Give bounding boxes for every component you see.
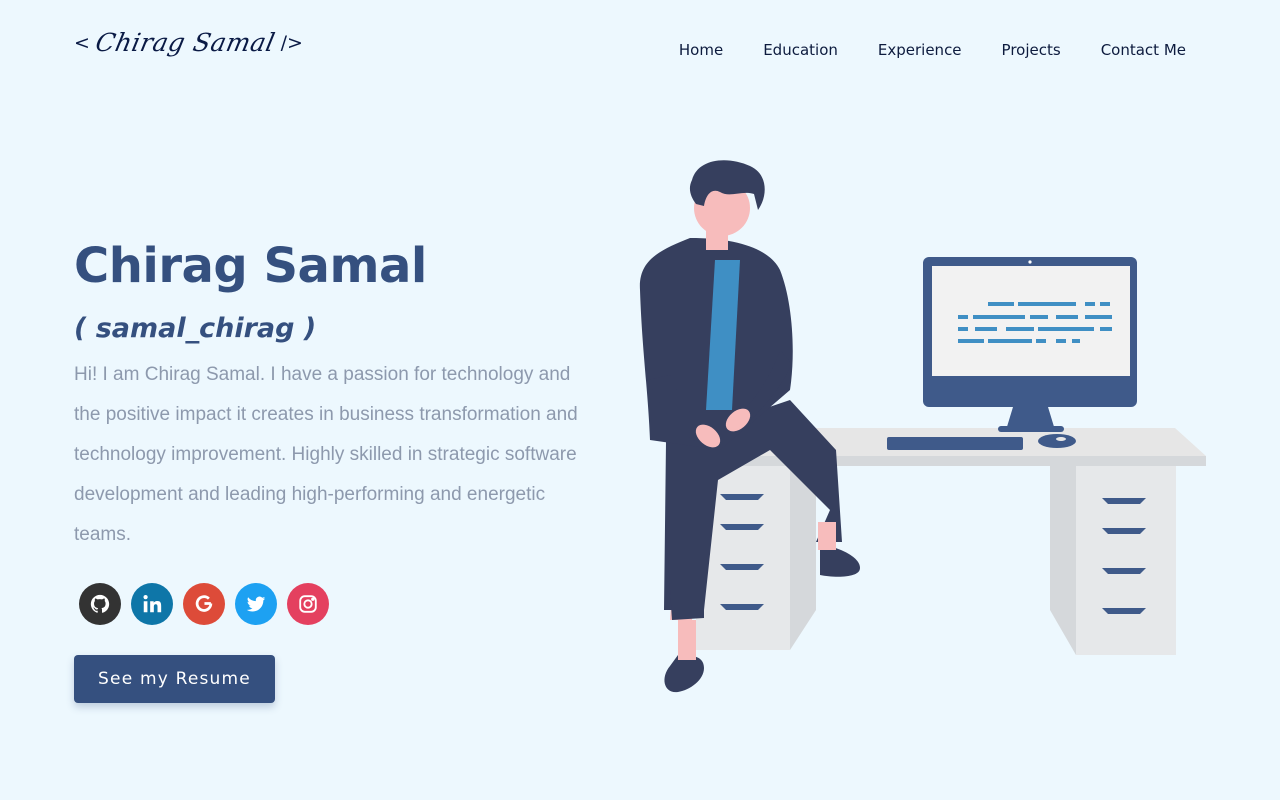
- social-links: [79, 583, 329, 625]
- nav-education[interactable]: Education: [763, 41, 838, 59]
- logo-close-bracket: />: [280, 31, 303, 54]
- nav-experience[interactable]: Experience: [878, 41, 962, 59]
- main-nav: Home Education Experience Projects Conta…: [679, 41, 1186, 59]
- nav-projects[interactable]: Projects: [1002, 41, 1061, 59]
- hero-name: Chirag Samal: [74, 238, 427, 294]
- google-icon[interactable]: [183, 583, 225, 625]
- monitor: [923, 257, 1137, 432]
- keyboard: [887, 437, 1023, 450]
- site-logo[interactable]: < Chirag Samal />: [74, 28, 303, 57]
- hero-bio: Hi! I am Chirag Samal. I have a passion …: [74, 364, 578, 545]
- mouse: [1038, 434, 1076, 448]
- hero-handle: ( samal_chirag ): [74, 313, 317, 344]
- logo-open-bracket: <: [74, 31, 90, 54]
- site-header: < Chirag Samal /> Home Education Experie…: [0, 0, 1280, 100]
- desk: [696, 428, 1206, 655]
- nav-home[interactable]: Home: [679, 41, 723, 59]
- twitter-icon[interactable]: [235, 583, 277, 625]
- see-resume-button[interactable]: See my Resume: [74, 655, 275, 703]
- linkedin-icon[interactable]: [131, 583, 173, 625]
- github-icon[interactable]: [79, 583, 121, 625]
- nav-contact-me[interactable]: Contact Me: [1101, 41, 1186, 59]
- instagram-icon[interactable]: [287, 583, 329, 625]
- logo-signature: Chirag Samal: [92, 28, 278, 57]
- developer-illustration: [639, 160, 1206, 693]
